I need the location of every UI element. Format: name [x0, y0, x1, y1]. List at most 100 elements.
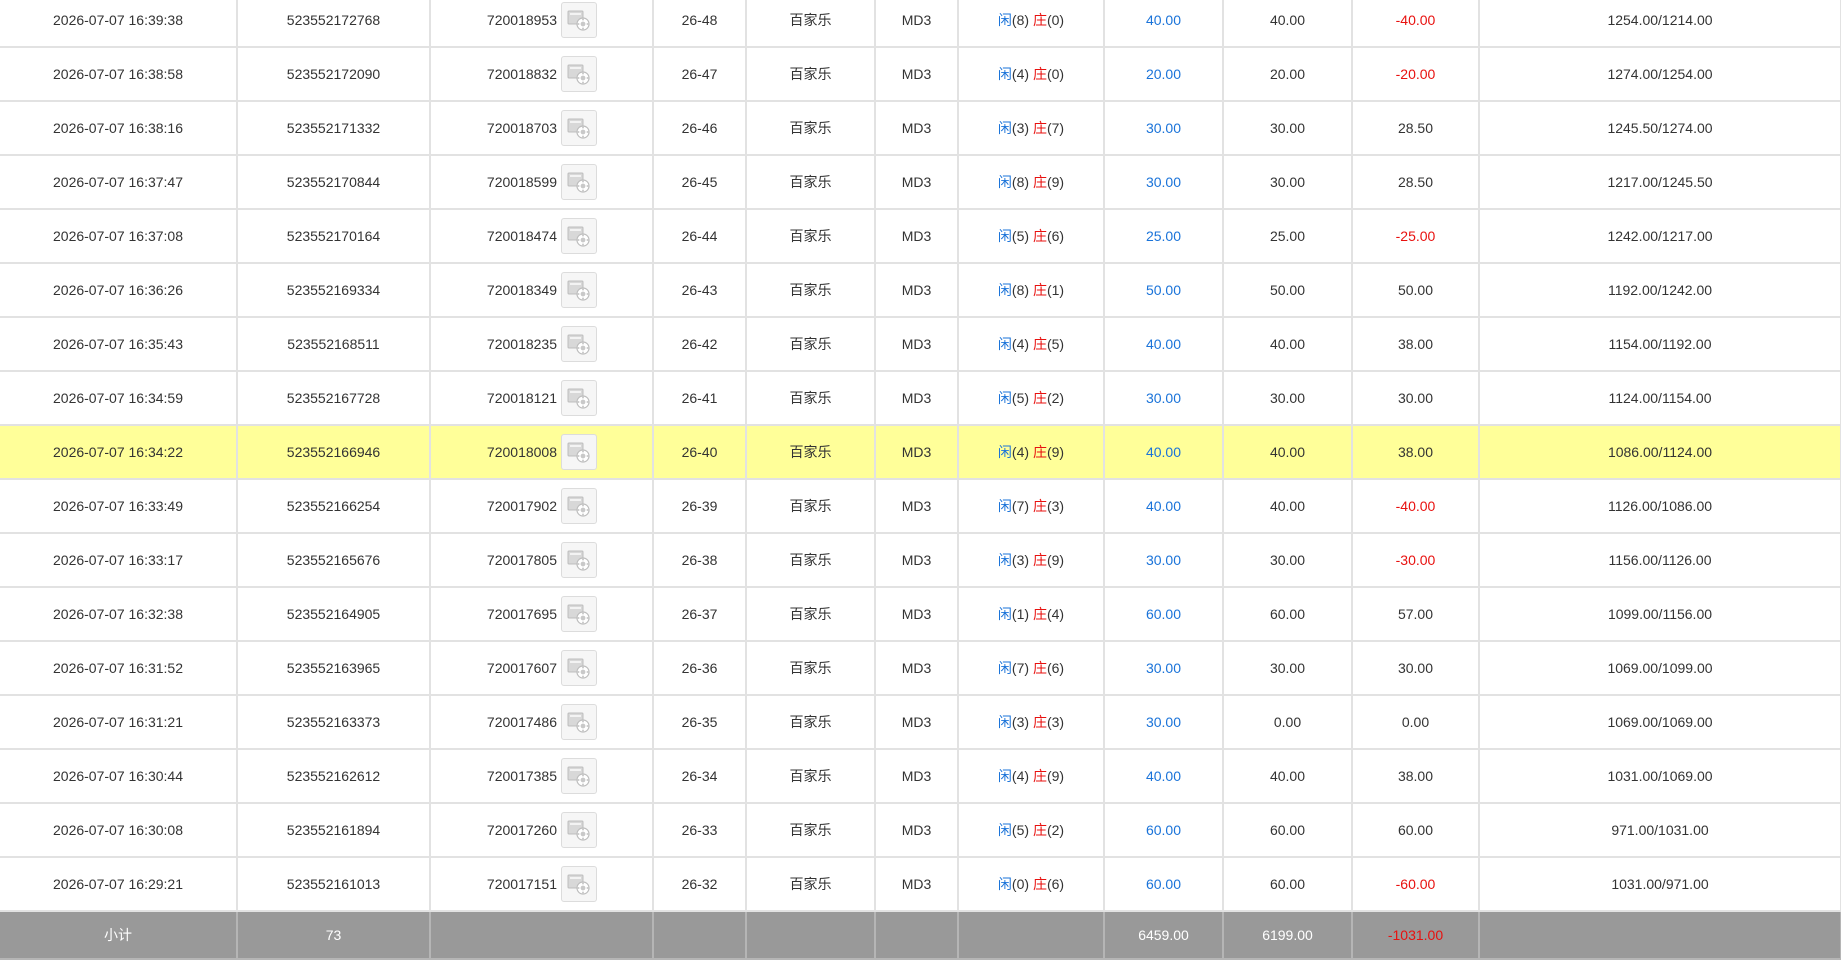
- shoe-round: 26-33: [653, 803, 747, 858]
- order-number: 523552170164: [237, 209, 431, 264]
- video-replay-icon[interactable]: [561, 542, 597, 578]
- balance-before-after: 1124.00/1154.00: [1479, 371, 1841, 426]
- bet-time: 2026-07-07 16:30:08: [0, 803, 238, 858]
- round-number: 720018599: [486, 174, 557, 190]
- player-label: 闲: [997, 282, 1012, 298]
- game-result: 闲(3) 庄(9): [958, 533, 1105, 588]
- bet-time: 2026-07-07 16:34:22: [0, 425, 238, 480]
- subtotal-bet: 6459.00: [1104, 911, 1224, 960]
- balance-before-after: 1031.00/971.00: [1479, 857, 1841, 912]
- video-replay-icon[interactable]: [561, 110, 597, 146]
- video-replay-icon[interactable]: [561, 2, 597, 38]
- balance-before-after: 1086.00/1124.00: [1479, 425, 1841, 480]
- game-name: 百家乐: [746, 749, 876, 804]
- player-label: 闲: [997, 120, 1012, 136]
- table-row: 2026-07-07 16:34:59 523552167728 7200181…: [0, 371, 1841, 426]
- balance-before-after: 1192.00/1242.00: [1479, 263, 1841, 318]
- table-name: MD3: [875, 209, 959, 264]
- banker-points: (6): [1046, 876, 1065, 892]
- banker-label: 庄: [1032, 876, 1047, 892]
- video-replay-icon[interactable]: [561, 380, 597, 416]
- video-replay-icon[interactable]: [561, 272, 597, 308]
- bet-amount: 50.00: [1104, 263, 1224, 318]
- order-number: 523552161894: [237, 803, 431, 858]
- bet-amount: 40.00: [1104, 317, 1224, 372]
- order-number: 523552164905: [237, 587, 431, 642]
- valid-bet: 40.00: [1223, 425, 1353, 480]
- bet-time: 2026-07-07 16:31:52: [0, 641, 238, 696]
- video-replay-icon[interactable]: [561, 866, 597, 902]
- bet-time: 2026-07-07 16:37:08: [0, 209, 238, 264]
- game-name: 百家乐: [746, 101, 876, 156]
- subtotal-empty: [958, 911, 1105, 960]
- table-name: MD3: [875, 371, 959, 426]
- order-number: 523552170844: [237, 155, 431, 210]
- win-loss: 50.00: [1352, 263, 1480, 318]
- video-replay-icon[interactable]: [561, 596, 597, 632]
- banker-label: 庄: [1032, 12, 1047, 28]
- bet-amount: 30.00: [1104, 155, 1224, 210]
- banker-points: (3): [1046, 714, 1065, 730]
- subtotal-empty: [875, 911, 959, 960]
- win-loss: 28.50: [1352, 155, 1480, 210]
- balance-before-after: 1031.00/1069.00: [1479, 749, 1841, 804]
- subtotal-row: 小计 73 6459.00 6199.00 -1031.00: [0, 911, 1841, 960]
- video-replay-icon[interactable]: [561, 56, 597, 92]
- banker-points: (9): [1046, 768, 1065, 784]
- valid-bet: 60.00: [1223, 587, 1353, 642]
- game-result: 闲(4) 庄(5): [958, 317, 1105, 372]
- bet-time: 2026-07-07 16:36:26: [0, 263, 238, 318]
- video-replay-icon[interactable]: [561, 758, 597, 794]
- round-cell: 720018953: [430, 0, 654, 48]
- player-points: (8): [1011, 174, 1030, 190]
- table-row: 2026-07-07 16:37:47 523552170844 7200185…: [0, 155, 1841, 210]
- game-name: 百家乐: [746, 641, 876, 696]
- win-loss: -20.00: [1352, 47, 1480, 102]
- video-replay-icon[interactable]: [561, 164, 597, 200]
- shoe-round: 26-48: [653, 0, 747, 48]
- video-replay-icon[interactable]: [561, 218, 597, 254]
- bet-time: 2026-07-07 16:39:38: [0, 0, 238, 48]
- table-name: MD3: [875, 749, 959, 804]
- banker-label: 庄: [1032, 552, 1047, 568]
- video-replay-icon[interactable]: [561, 812, 597, 848]
- video-replay-icon[interactable]: [561, 650, 597, 686]
- order-number: 523552171332: [237, 101, 431, 156]
- shoe-round: 26-37: [653, 587, 747, 642]
- shoe-round: 26-47: [653, 47, 747, 102]
- player-label: 闲: [997, 606, 1012, 622]
- game-name: 百家乐: [746, 425, 876, 480]
- banker-points: (4): [1046, 606, 1065, 622]
- shoe-round: 26-40: [653, 425, 747, 480]
- player-points: (3): [1011, 120, 1030, 136]
- video-replay-icon[interactable]: [561, 326, 597, 362]
- order-number: 523552169334: [237, 263, 431, 318]
- subtotal-valid-bet: 6199.00: [1223, 911, 1353, 960]
- balance-before-after: 1126.00/1086.00: [1479, 479, 1841, 534]
- game-name: 百家乐: [746, 263, 876, 318]
- round-cell: 720017151: [430, 857, 654, 912]
- shoe-round: 26-32: [653, 857, 747, 912]
- banker-points: (0): [1046, 66, 1065, 82]
- video-replay-icon[interactable]: [561, 704, 597, 740]
- balance-before-after: 1099.00/1156.00: [1479, 587, 1841, 642]
- player-label: 闲: [997, 768, 1012, 784]
- win-loss: -25.00: [1352, 209, 1480, 264]
- balance-before-after: 1069.00/1069.00: [1479, 695, 1841, 750]
- banker-points: (0): [1046, 12, 1065, 28]
- round-number: 720018474: [486, 228, 557, 244]
- round-number: 720017695: [486, 606, 557, 622]
- balance-before-after: 1274.00/1254.00: [1479, 47, 1841, 102]
- player-points: (3): [1011, 714, 1030, 730]
- banker-label: 庄: [1032, 282, 1047, 298]
- banker-points: (2): [1046, 390, 1065, 406]
- order-number: 523552165676: [237, 533, 431, 588]
- video-replay-icon[interactable]: [561, 488, 597, 524]
- game-result: 闲(8) 庄(9): [958, 155, 1105, 210]
- game-result: 闲(4) 庄(9): [958, 425, 1105, 480]
- banker-label: 庄: [1032, 228, 1047, 244]
- win-loss: 60.00: [1352, 803, 1480, 858]
- round-number: 720018235: [486, 336, 557, 352]
- banker-points: (2): [1046, 822, 1065, 838]
- video-replay-icon[interactable]: [561, 434, 597, 470]
